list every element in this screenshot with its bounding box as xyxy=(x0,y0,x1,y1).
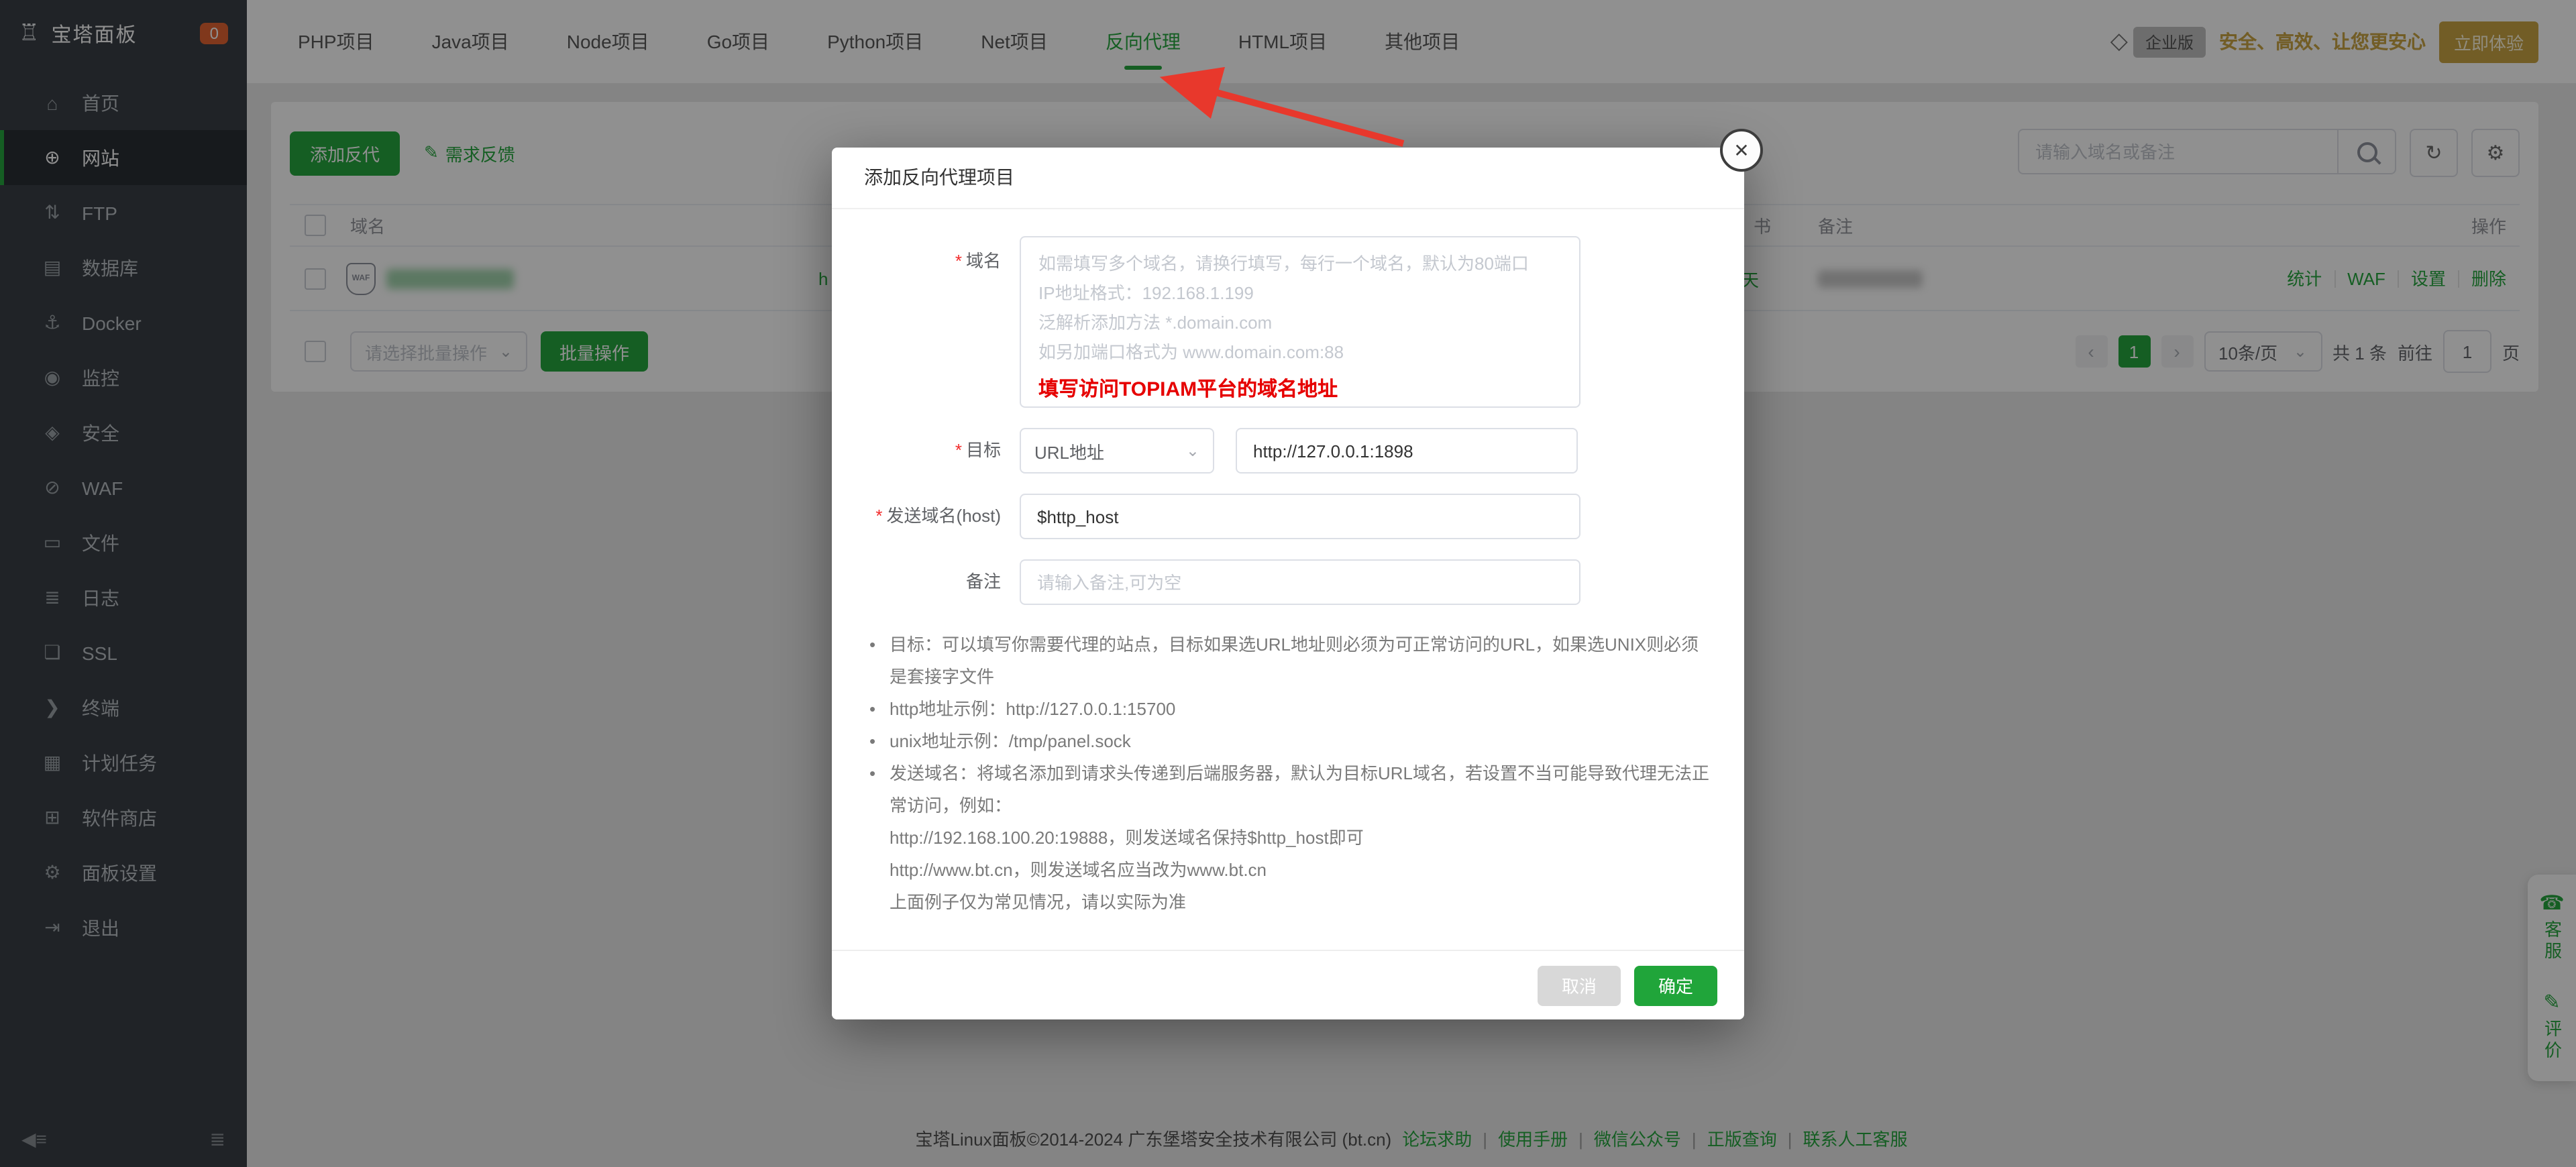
confirm-button[interactable]: 确定 xyxy=(1634,965,1717,1005)
note-input[interactable] xyxy=(1020,559,1580,605)
help-line-text: http地址示例：http://127.0.0.1:15700 xyxy=(890,693,1709,726)
domain-textarea[interactable] xyxy=(1020,236,1580,408)
add-reverse-proxy-modal: ✕ 添加反向代理项目 *域名 填写访问TOPIAM平台的域名地址 *目标 URL… xyxy=(832,148,1744,1019)
baota-panel: ♖ 宝塔面板 0 ⌂ 首页 ⊕ 网站 ⇅ FTP ▤ 数据库 ⚓ xyxy=(0,0,2576,1167)
help-line-text: 目标：可以填写你需要代理的站点，目标如果选URL地址则必须为可正常访问的URL，… xyxy=(890,629,1709,693)
help-line: http://www.bt.cn，则发送域名应当改为www.bt.cn xyxy=(869,854,1709,887)
chevron-down-icon: ⌄ xyxy=(1186,441,1199,460)
note-label: 备注 xyxy=(864,559,1020,605)
required-asterisk: * xyxy=(955,251,962,271)
note-field-row: 备注 xyxy=(864,559,1712,605)
bullet-marker xyxy=(869,887,890,919)
help-line: http://192.168.100.20:19888，则发送域名保持$http… xyxy=(869,822,1709,854)
bullet-marker: • xyxy=(869,629,890,693)
close-icon[interactable]: ✕ xyxy=(1720,129,1763,172)
modal-footer: 取消 确定 xyxy=(832,950,1744,1019)
bullet-marker: • xyxy=(869,726,890,758)
target-field-row: *目标 URL地址 ⌄ xyxy=(864,428,1712,474)
host-input[interactable] xyxy=(1020,494,1580,539)
help-line-text: http://192.168.100.20:19888，则发送域名保持$http… xyxy=(890,822,1709,854)
target-label: *目标 xyxy=(864,428,1020,474)
help-line-text: 上面例子仅为常见情况，请以实际为准 xyxy=(890,887,1709,919)
bullet-marker xyxy=(869,854,890,887)
bullet-marker xyxy=(869,822,890,854)
help-line-text: unix地址示例：/tmp/panel.sock xyxy=(890,726,1709,758)
modal-help-text: • 目标：可以填写你需要代理的站点，目标如果选URL地址则必须为可正常访问的UR… xyxy=(869,629,1709,919)
help-line: • 发送域名：将域名添加到请求头传递到后端服务器，默认为目标URL域名，若设置不… xyxy=(869,758,1709,822)
bullet-marker: • xyxy=(869,693,890,726)
host-field-row: *发送域名(host) xyxy=(864,494,1712,539)
domain-field-row: *域名 填写访问TOPIAM平台的域名地址 xyxy=(864,236,1712,408)
target-type-value: URL地址 xyxy=(1034,438,1104,463)
host-label: *发送域名(host) xyxy=(864,494,1020,539)
modal-body: *域名 填写访问TOPIAM平台的域名地址 *目标 URL地址 ⌄ xyxy=(832,209,1744,919)
help-line: • unix地址示例：/tmp/panel.sock xyxy=(869,726,1709,758)
help-line: • http地址示例：http://127.0.0.1:15700 xyxy=(869,693,1709,726)
target-type-select[interactable]: URL地址 ⌄ xyxy=(1020,428,1214,474)
help-line: 上面例子仅为常见情况，请以实际为准 xyxy=(869,887,1709,919)
required-asterisk: * xyxy=(875,506,882,526)
help-line-text: http://www.bt.cn，则发送域名应当改为www.bt.cn xyxy=(890,854,1709,887)
bullet-marker: • xyxy=(869,758,890,822)
required-asterisk: * xyxy=(955,440,962,460)
cancel-button[interactable]: 取消 xyxy=(1538,965,1621,1005)
help-line-text: 发送域名：将域名添加到请求头传递到后端服务器，默认为目标URL域名，若设置不当可… xyxy=(890,758,1709,822)
modal-title: 添加反向代理项目 xyxy=(832,148,1744,209)
target-url-input[interactable] xyxy=(1236,428,1578,474)
domain-label: *域名 xyxy=(864,236,1020,408)
help-line: • 目标：可以填写你需要代理的站点，目标如果选URL地址则必须为可正常访问的UR… xyxy=(869,629,1709,693)
